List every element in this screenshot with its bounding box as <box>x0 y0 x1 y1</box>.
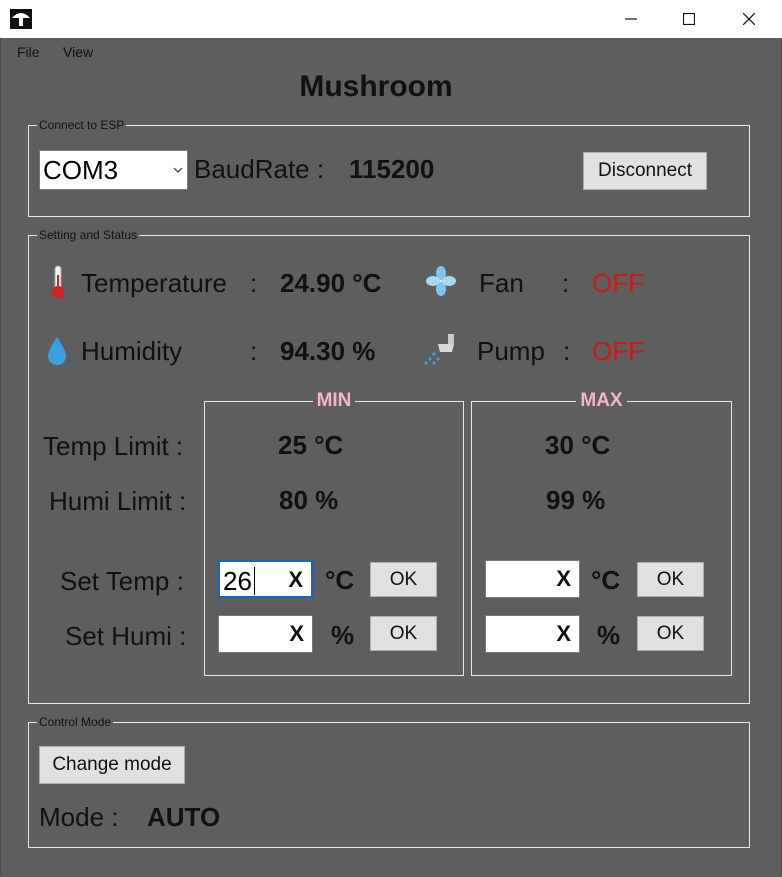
min-humi-unit: % <box>331 620 355 650</box>
min-temp-ok-button[interactable]: OK <box>370 562 437 597</box>
close-icon <box>743 13 755 25</box>
set-humi-label: Set Humi : <box>65 621 187 651</box>
min-temp-input[interactable]: 26 X <box>218 560 313 598</box>
disconnect-button[interactable]: Disconnect <box>583 152 707 190</box>
close-button[interactable] <box>720 0 778 38</box>
clear-min-temp-button[interactable]: X <box>288 567 303 593</box>
port-select[interactable]: COM3 <box>39 150 188 190</box>
menu-view[interactable]: View <box>63 44 93 60</box>
max-humi-input[interactable]: X <box>485 615 580 653</box>
maximize-icon <box>683 13 695 25</box>
chevron-down-icon <box>173 167 183 173</box>
min-legend: MIN <box>312 390 356 411</box>
status-legend: Setting and Status <box>37 227 140 243</box>
temperature-value: 24.90 °C <box>280 268 382 298</box>
clear-max-humi-button[interactable]: X <box>556 621 571 647</box>
max-temp-value: 30 °C <box>545 430 611 460</box>
max-humi-value: 99 % <box>546 485 606 515</box>
fan-status: OFF <box>592 268 644 298</box>
baud-value: 115200 <box>349 154 435 184</box>
min-humi-value: 80 % <box>279 485 339 515</box>
water-drop-icon <box>48 337 66 365</box>
min-humi-ok-button[interactable]: OK <box>370 616 437 651</box>
pump-sep: : <box>563 336 571 366</box>
humidity-value: 94.30 % <box>280 336 376 366</box>
temperature-label: Temperature <box>81 268 227 298</box>
menu-file[interactable]: File <box>17 44 40 60</box>
mushroom-icon <box>10 9 32 29</box>
temperature-sep: : <box>250 268 258 298</box>
fan-label: Fan <box>479 268 524 298</box>
clear-max-temp-button[interactable]: X <box>556 566 571 592</box>
mode-value: AUTO <box>147 802 221 832</box>
pump-label: Pump <box>477 336 545 366</box>
minimize-button[interactable] <box>602 0 660 38</box>
thermometer-icon <box>52 265 64 298</box>
max-humi-unit: % <box>597 620 621 650</box>
humidity-label: Humidity <box>81 336 183 366</box>
baud-label: BaudRate : <box>194 154 325 184</box>
mode-label: Mode : <box>39 802 119 832</box>
change-mode-button[interactable]: Change mode <box>39 746 185 784</box>
fan-sep: : <box>562 268 570 298</box>
port-value: COM3 <box>43 155 119 185</box>
control-mode-legend: Control Mode <box>37 714 114 730</box>
min-temp-input-value: 26 <box>223 566 252 596</box>
min-temp-value: 25 °C <box>278 430 344 460</box>
sprinkler-icon <box>424 334 454 365</box>
max-temp-input[interactable]: X <box>485 560 580 598</box>
max-humi-ok-button[interactable]: OK <box>637 616 704 651</box>
menu-bar: File View <box>0 40 300 64</box>
max-temp-ok-button[interactable]: OK <box>637 562 704 597</box>
clear-min-humi-button[interactable]: X <box>289 621 304 647</box>
text-caret <box>254 567 255 595</box>
min-temp-unit: °C <box>325 565 355 595</box>
minimize-icon <box>625 18 637 20</box>
humidity-sep: : <box>250 336 258 366</box>
title-bar <box>0 0 782 38</box>
max-legend: MAX <box>576 390 627 411</box>
set-temp-label: Set Temp : <box>60 566 184 596</box>
pump-status: OFF <box>592 336 644 366</box>
humi-limit-label: Humi Limit : <box>49 486 187 516</box>
temp-limit-label: Temp Limit : <box>43 431 184 461</box>
min-humi-input[interactable]: X <box>218 615 313 653</box>
connect-legend: Connect to ESP <box>37 117 127 133</box>
fan-icon <box>426 266 456 296</box>
app-title: Mushroom <box>299 70 453 103</box>
max-temp-unit: °C <box>591 565 621 595</box>
control-mode-group: Control Mode <box>28 714 750 848</box>
maximize-button[interactable] <box>660 0 718 38</box>
